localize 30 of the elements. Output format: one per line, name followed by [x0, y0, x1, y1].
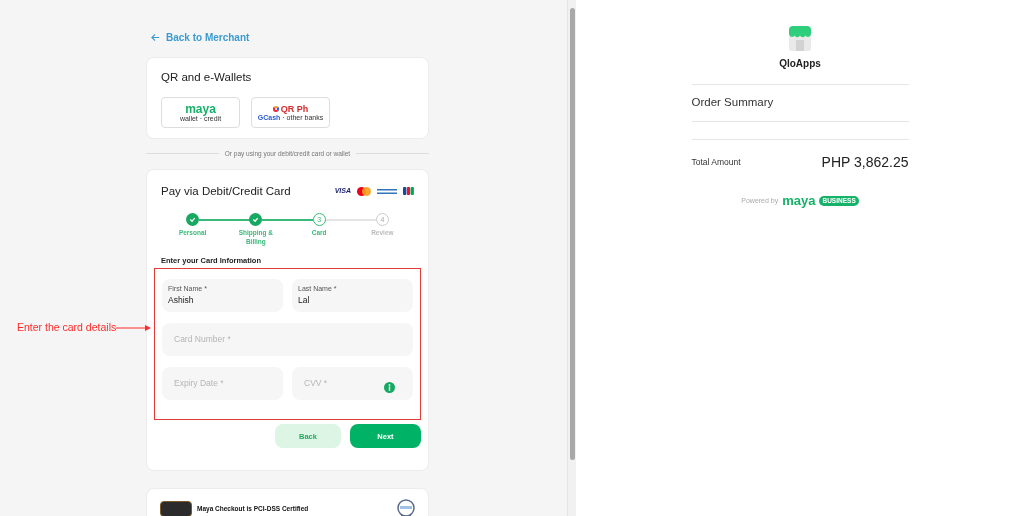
maya-logo-text: maya [185, 102, 216, 115]
mastercard-icon [357, 186, 371, 196]
field-value: Ashish [168, 293, 194, 307]
total-label: Total Amount [691, 156, 741, 170]
annotation-arrow [116, 323, 153, 332]
compliance-badge-icon [160, 500, 192, 516]
input-field[interactable]: Expiry Date * [162, 367, 283, 401]
scrollbar-thumb[interactable] [569, 8, 575, 460]
back-arrow-icon [151, 33, 160, 42]
field-placeholder: Expiry Date * [173, 377, 225, 391]
annotation-text: Enter the card details [17, 320, 117, 335]
back-link[interactable]: Back to Merchant [151, 30, 250, 45]
store-icon [786, 24, 814, 52]
panel-title: Pay via Debit/Credit Card [161, 183, 291, 199]
step-done-icon [186, 213, 200, 226]
total-amount: PHP 3,862.25 [821, 153, 909, 173]
input-field[interactable]: Card Number * [162, 323, 413, 357]
qr-mark-icon [272, 105, 279, 112]
qrph-logo-text: QR Ph [280, 103, 309, 114]
field-value: Lal [298, 293, 310, 307]
input-field[interactable]: CVV * [292, 367, 413, 401]
info-icon[interactable] [384, 382, 395, 394]
order-summary-heading: Order Summary [691, 95, 775, 110]
field-placeholder: Card Number * [173, 333, 232, 347]
jcb-logo-icon [403, 187, 414, 196]
maya-logo-text: maya [782, 195, 816, 208]
step-done-icon [249, 213, 263, 226]
section-title: QR and e-Wallets [161, 70, 253, 85]
field-placeholder: CVV * [303, 377, 329, 391]
merchant-name: QloApps [779, 57, 821, 71]
